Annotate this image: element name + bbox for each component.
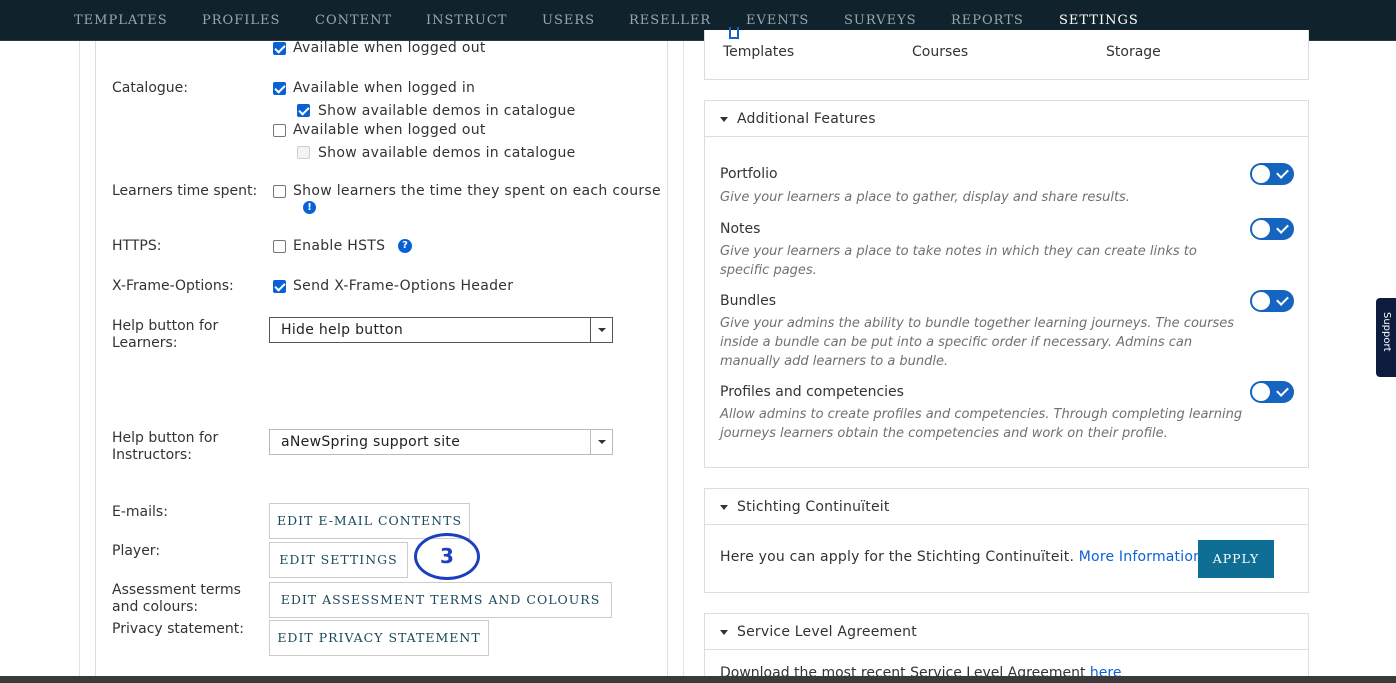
stichting-title: Stichting Continuïteit (737, 499, 890, 515)
catalogue-logged-out-label: Available when logged out (293, 122, 486, 138)
additional-features-header[interactable]: Additional Features (705, 101, 1308, 137)
annotation-marker: 3 (414, 533, 480, 580)
support-tab[interactable]: Support (1376, 298, 1396, 377)
learners-time-label: Learners time spent: (112, 183, 258, 199)
feature-title: Portfolio (720, 166, 778, 182)
info-icon[interactable]: ! (303, 201, 316, 214)
template-icon (729, 27, 739, 39)
catalogue-label: Catalogue: (112, 80, 188, 96)
additional-features-title: Additional Features (737, 111, 876, 127)
nav-surveys[interactable]: SURVEYS (844, 13, 917, 28)
sla-card: Service Level Agreement Download the mos… (704, 613, 1309, 683)
xframe-checkbox[interactable] (273, 280, 286, 293)
templates-label: Templates (723, 44, 795, 60)
nav-templates[interactable]: TEMPLATES (74, 13, 168, 28)
help-icon[interactable]: ? (398, 239, 412, 253)
nav-users[interactable]: USERS (542, 13, 595, 28)
chevron-down-icon (590, 318, 612, 342)
nav-instruct[interactable]: INSTRUCT (426, 13, 507, 28)
nav-reports[interactable]: REPORTS (951, 13, 1024, 28)
feature-title: Bundles (720, 293, 777, 309)
nav-settings[interactable]: SETTINGS (1059, 13, 1139, 28)
help-instructors-value: aNewSpring support site (281, 434, 461, 450)
feature-title: Notes (720, 221, 761, 237)
help-instructors-label-line2: Instructors: (112, 447, 192, 463)
apply-button[interactable]: APPLY (1198, 540, 1274, 578)
available-logged-out-checkbox[interactable] (273, 42, 286, 55)
caret-down-icon (720, 117, 728, 122)
show-demos-logged-out-checkbox (297, 146, 310, 159)
notes-toggle[interactable] (1250, 218, 1294, 240)
edit-privacy-statement-button[interactable]: EDIT PRIVACY STATEMENT (269, 620, 489, 656)
help-learners-label-line1: Help button for (112, 318, 219, 334)
check-icon (1276, 221, 1289, 234)
help-learners-value: Hide help button (281, 322, 404, 338)
nav-content[interactable]: CONTENT (315, 13, 392, 28)
feature-description: Give your admins the ability to bundle t… (720, 316, 1235, 369)
learners-time-checkbox[interactable] (273, 185, 286, 198)
stichting-text-line: Here you can apply for the Stichting Con… (720, 549, 1202, 565)
catalogue-logged-in-label: Available when logged in (293, 80, 476, 96)
stichting-card: Stichting Continuïteit Here you can appl… (704, 488, 1309, 593)
sla-title: Service Level Agreement (737, 624, 917, 640)
portfolio-toggle[interactable] (1250, 163, 1294, 185)
assessment-label-line1: Assessment terms (112, 582, 241, 598)
show-demos-logged-in-checkbox[interactable] (297, 104, 310, 117)
xframe-option: Send X-Frame-Options Header (293, 278, 514, 294)
available-logged-out-label: Available when logged out (293, 40, 486, 56)
feature-description: Give your learners a place to take notes… (720, 244, 1197, 278)
https-label: HTTPS: (112, 238, 162, 254)
bundles-toggle[interactable] (1250, 290, 1294, 312)
caret-down-icon (720, 505, 728, 510)
help-instructors-label-line1: Help button for (112, 430, 219, 446)
edit-settings-button[interactable]: EDIT SETTINGS (269, 542, 408, 578)
sla-header[interactable]: Service Level Agreement (705, 614, 1308, 650)
stichting-header[interactable]: Stichting Continuïteit (705, 489, 1308, 525)
chevron-down-icon (590, 430, 612, 454)
hsts-checkbox[interactable] (273, 240, 286, 253)
show-demos-logged-in-label: Show available demos in catalogue (318, 103, 576, 119)
feature-title: Profiles and competencies (720, 384, 904, 400)
feature-description: Give your learners a place to gather, di… (720, 190, 1130, 205)
courses-label: Courses (912, 44, 969, 60)
learners-time-option: Show learners the time they spent on eac… (293, 183, 661, 199)
usage-card: Templates Courses Storage (704, 27, 1309, 80)
xframe-label: X-Frame-Options: (112, 278, 234, 294)
caret-down-icon (720, 630, 728, 635)
help-instructors-select[interactable]: aNewSpring support site (269, 429, 613, 455)
check-icon (1276, 384, 1289, 397)
nav-events[interactable]: EVENTS (746, 13, 809, 28)
feature-description: Allow admins to create profiles and comp… (720, 407, 1243, 441)
assessment-label-line2: and colours: (112, 599, 199, 615)
emails-label: E-mails: (112, 504, 168, 520)
check-icon (1276, 166, 1289, 179)
privacy-label: Privacy statement: (112, 621, 244, 637)
edit-assessment-terms-button[interactable]: EDIT ASSESSMENT TERMS AND COLOURS (269, 582, 612, 618)
column-divider (683, 41, 684, 683)
catalogue-logged-in-checkbox[interactable] (273, 82, 286, 95)
more-information-link[interactable]: More Information (1079, 549, 1202, 565)
stichting-text: Here you can apply for the Stichting Con… (720, 549, 1075, 565)
storage-label: Storage (1106, 44, 1161, 60)
help-learners-select[interactable]: Hide help button (269, 317, 613, 343)
show-demos-logged-out-label: Show available demos in catalogue (318, 145, 576, 161)
nav-reseller[interactable]: RESELLER (629, 13, 711, 28)
player-label: Player: (112, 543, 161, 559)
additional-features-card: Additional Features Portfolio Give your … (704, 100, 1309, 468)
profiles-competencies-toggle[interactable] (1250, 381, 1294, 403)
nav-profiles[interactable]: PROFILES (202, 13, 280, 28)
bottom-bar (0, 676, 1396, 683)
check-icon (1276, 293, 1289, 306)
catalogue-logged-out-checkbox[interactable] (273, 124, 286, 137)
column-divider (79, 41, 80, 683)
hsts-label: Enable HSTS (293, 238, 386, 254)
help-learners-label-line2: Learners: (112, 335, 178, 351)
support-label: Support (1381, 312, 1392, 352)
